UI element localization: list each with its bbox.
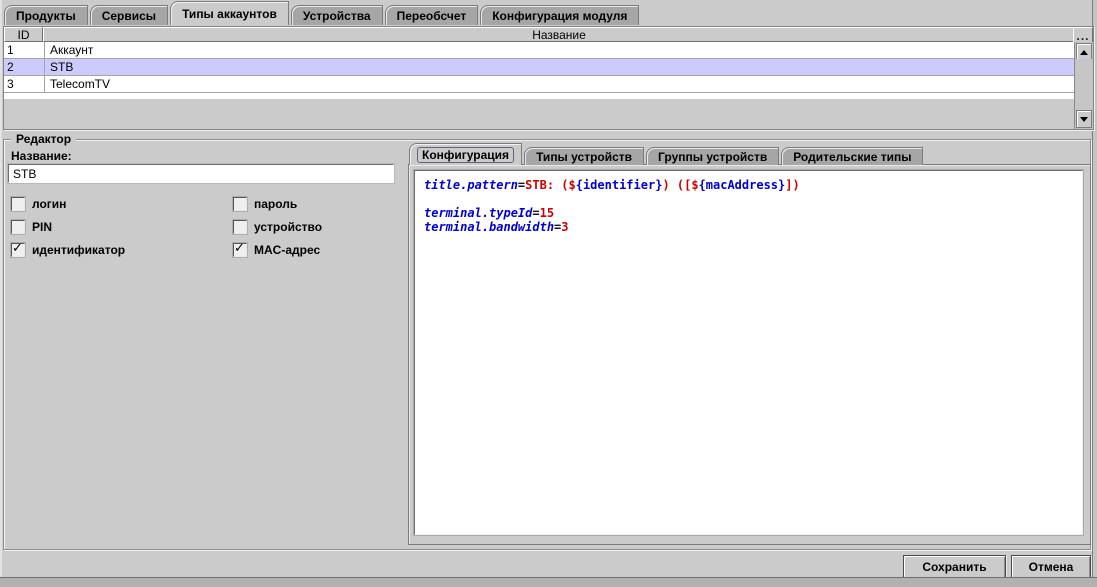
editor-tab-0[interactable]: Конфигурация	[409, 143, 523, 165]
checkbox-label: MAC-адрес	[254, 243, 321, 257]
table-vertical-scrollbar	[1074, 42, 1093, 129]
main-tab-label: Конфигурация модуля	[492, 8, 628, 23]
config-line	[424, 192, 1082, 206]
arrow-up-icon	[1080, 49, 1088, 55]
config-line: terminal.bandwidth=3	[424, 220, 1082, 234]
config-line: terminal.typeId=15	[424, 206, 1082, 220]
table-row[interactable]: 1 Аккаунт	[4, 42, 1075, 59]
checkmark-icon: ✓	[12, 240, 23, 255]
editor-group-title: Редактор	[11, 132, 77, 146]
main-tab-label: Переобсчет	[396, 8, 467, 23]
main-tab-5[interactable]: Конфигурация модуля	[480, 5, 640, 25]
main-tab-label: Сервисы	[101, 8, 157, 23]
checkbox-item[interactable]: ✓ MAC-адрес	[233, 240, 411, 257]
editor-tab-2[interactable]: Группы устройств	[646, 147, 780, 165]
checkbox-item[interactable]: PIN	[11, 220, 233, 234]
config-segment-key: terminal.typeId	[424, 206, 533, 220]
app-window: Продукты Сервисы Типы аккаунтов Устройства П…	[0, 0, 1097, 587]
main-tab-1[interactable]: Сервисы	[89, 5, 169, 25]
save-button[interactable]: Сохранить	[903, 555, 1006, 579]
column-header-name[interactable]: Название	[43, 27, 1075, 42]
checkbox-label: PIN	[32, 220, 53, 234]
cell-name: Аккаунт	[50, 43, 94, 57]
checkbox-label: логин	[32, 197, 67, 211]
cell-name: STB	[50, 60, 74, 74]
checkbox-label: пароль	[254, 197, 298, 211]
column-header-id[interactable]: ID	[4, 27, 43, 42]
config-segment-val: STB: ($	[525, 178, 576, 192]
config-segment-val: 3	[561, 220, 569, 234]
checkbox-item[interactable]: ✓ идентификатор	[11, 240, 233, 257]
checkbox-item[interactable]: логин	[11, 197, 233, 211]
cell-id: 3	[4, 76, 45, 92]
main-tab-0[interactable]: Продукты	[4, 5, 88, 25]
main-tab-3[interactable]: Устройства	[290, 5, 383, 25]
cell-id: 1	[4, 42, 45, 58]
table-row[interactable]: 3 TelecomTV	[4, 76, 1075, 93]
account-types-table: ID Название ... 1 Аккаунт 2 STB 3 TelecomTV	[3, 26, 1094, 130]
editor-tab-label: Группы устройств	[658, 149, 768, 164]
checkbox-item[interactable]: устройство	[233, 220, 411, 234]
main-tab-2[interactable]: Типы аккаунтов	[170, 1, 289, 25]
editor-tab-label: Типы устройств	[536, 149, 633, 164]
name-field-label: Название:	[11, 149, 72, 163]
checkbox-unchecked-icon[interactable]	[233, 220, 247, 234]
scrollbar-track[interactable]	[1076, 59, 1092, 112]
checkmark-icon: ✓	[234, 240, 245, 255]
main-tabbar: Продукты Сервисы Типы аккаунтов Устройства П…	[4, 1, 640, 25]
checkbox-unchecked-icon[interactable]	[233, 197, 247, 211]
config-line: title.pattern=STB: (${identifier}) ([${m…	[424, 178, 1082, 192]
checkbox-item[interactable]: пароль	[233, 197, 411, 211]
name-input[interactable]	[7, 163, 395, 184]
main-tab-4[interactable]: Переобсчет	[384, 5, 479, 25]
attribute-checkbox-grid: логин пароль PIN устройство ✓ идентификатор ✓ M…	[11, 197, 411, 257]
config-segment-val: 15	[539, 206, 555, 220]
main-tab-label: Продукты	[16, 8, 76, 23]
config-segment-key: title.pattern	[424, 178, 518, 192]
table-empty-space	[4, 93, 1075, 99]
config-segment-key: terminal.bandwidth	[424, 220, 555, 234]
config-segment-val: ])	[785, 178, 800, 192]
config-segment-var: {macAddress}	[698, 178, 786, 192]
config-segment-var: {identifier}	[575, 178, 663, 192]
scroll-down-button[interactable]	[1076, 110, 1092, 128]
editor-tab-label: Конфигурация	[417, 146, 515, 163]
config-segment-op: =	[532, 206, 540, 220]
checkbox-unchecked-icon[interactable]	[11, 197, 25, 211]
table-row[interactable]: 2 STB	[4, 59, 1075, 76]
config-segment-val: ) ([$	[662, 178, 699, 192]
checkbox-unchecked-icon[interactable]	[11, 220, 25, 234]
main-tab-label: Типы аккаунтов	[182, 6, 277, 21]
editor-tabbar: Конфигурация Типы устройств Группы устройс…	[409, 143, 924, 165]
cell-name: TelecomTV	[50, 77, 111, 91]
window-edge-left	[0, 0, 2, 587]
checkbox-checked-icon[interactable]: ✓	[11, 240, 25, 257]
checkbox-checked-icon[interactable]: ✓	[233, 240, 247, 257]
window-bottom-edge	[0, 577, 1097, 587]
cell-id: 2	[4, 59, 45, 75]
table-header: ID Название	[4, 27, 1075, 42]
editor-tab-1[interactable]: Типы устройств	[524, 147, 645, 165]
checkbox-label: устройство	[254, 220, 323, 234]
arrow-down-icon	[1080, 116, 1088, 122]
editor-tab-label: Родительские типы	[793, 149, 912, 164]
editor-tab-3[interactable]: Родительские типы	[781, 147, 924, 165]
config-editor[interactable]: title.pattern = STB: (${identifier}) ([${m…	[413, 169, 1084, 536]
table-body: 1 Аккаунт 2 STB 3 TelecomTV	[4, 42, 1075, 129]
checkbox-label: идентификатор	[32, 243, 126, 257]
cancel-button[interactable]: Отмена	[1011, 555, 1091, 579]
main-tab-label: Устройства	[302, 8, 371, 23]
